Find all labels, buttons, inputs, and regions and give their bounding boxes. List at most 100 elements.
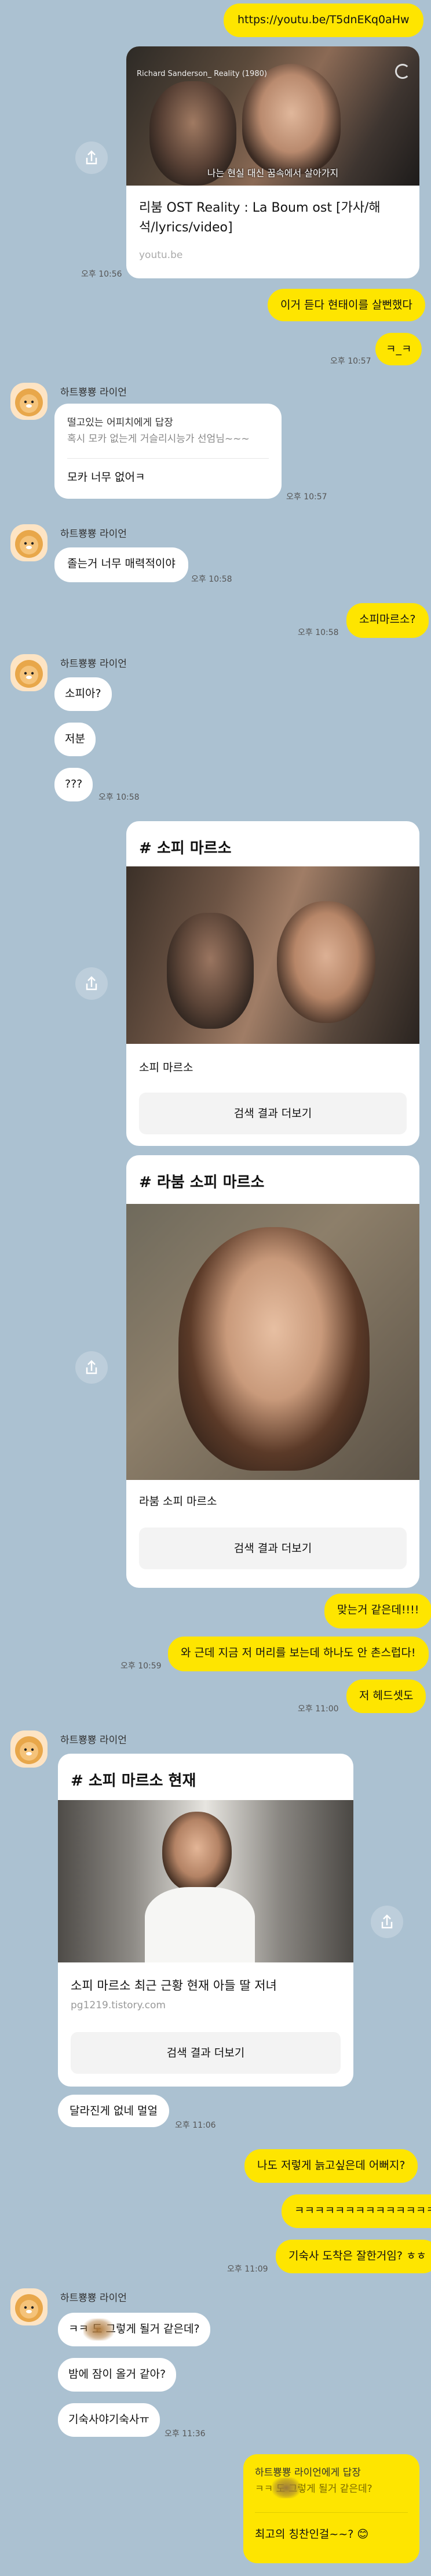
avatar[interactable]	[10, 524, 48, 561]
message-text: 모카 너무 없어ㅋ	[67, 471, 145, 484]
search-image[interactable]	[58, 1800, 353, 1962]
message-text: ???	[65, 778, 83, 790]
avatar[interactable]	[10, 654, 48, 691]
message-bubble-me[interactable]: 나도 저렇게 늙고싶은데 어뻐지?	[244, 2149, 418, 2183]
avatar[interactable]	[10, 383, 48, 420]
card-caption: 라붐 소피 마르소	[139, 1495, 217, 1508]
card-title: # 소피 마르소 현재	[71, 1772, 196, 1790]
reply-bubble[interactable]: 떨고있는 어피치에게 답장 혹시 모카 없는게 거슬리시능가 선엄님~~~ 모카…	[54, 404, 282, 499]
message-bubble-me[interactable]: ㅋㅋㅋㅋㅋㅋㅋㅋㅋㅋㅋㅋㅋㅋ	[282, 2194, 431, 2228]
sender-name: 하트뿅뿅 라이언	[60, 528, 127, 540]
link-url[interactable]: https://youtu.be/T5dnEKq0aHw	[238, 13, 410, 26]
link-domain: youtu.be	[139, 249, 183, 261]
message-text: 밤에 잠이 올거 같아?	[68, 2368, 166, 2381]
refresh-icon[interactable]	[395, 64, 410, 79]
share-button[interactable]	[371, 1906, 403, 1938]
message-bubble-other[interactable]: 달라진게 없네 멀얼	[58, 2095, 169, 2127]
search-image[interactable]	[126, 866, 419, 1044]
link-preview-card[interactable]: Richard Sanderson_ Reality (1980) 나는 현실 …	[126, 46, 419, 278]
lion-icon	[15, 2294, 43, 2322]
share-button[interactable]	[75, 1351, 108, 1384]
avatar[interactable]	[10, 1730, 48, 1768]
video-thumbnail[interactable]: Richard Sanderson_ Reality (1980) 나는 현실 …	[126, 46, 419, 186]
message-bubble-me[interactable]: 이거 듣다 현태이를 살뻔했다	[268, 289, 425, 321]
message-text: 와 근데 지금 저 머리를 보는데 하나도 안 촌스럽다!	[181, 1646, 416, 1659]
card-caption: 소피 마르소	[139, 1061, 193, 1074]
sender-name: 하트뿅뿅 라이언	[60, 1735, 127, 1746]
message-bubble-other[interactable]: 졸는거 너무 매력적이야	[54, 547, 188, 582]
timestamp: 오후 11:36	[165, 2429, 206, 2439]
reply-quoted: 혹시 모카 없는게 거슬리시능가 선엄님~~~	[67, 433, 250, 445]
timestamp: 오후 10:58	[98, 793, 140, 802]
search-image[interactable]	[126, 1204, 419, 1480]
card-source: pg1219.tistory.com	[71, 2000, 166, 2011]
message-text: 기숙사야기숙사ㅠ	[68, 2413, 149, 2426]
link-title: 리붐 OST Reality : La Boum ost [가사/해석/lyri…	[139, 201, 381, 235]
more-results-button[interactable]: 검색 결과 더보기	[71, 2032, 341, 2074]
message-text: 나도 저렇게 늙고싶은데 어뻐지?	[257, 2159, 406, 2172]
card-title: # 소피 마르소	[139, 840, 232, 857]
divider	[255, 2512, 408, 2513]
card-headline: 소피 마르소 최근 근황 현재 아들 딸 저녀	[71, 1979, 277, 1993]
message-bubble-me[interactable]: ㅋ_ㅋ	[375, 333, 422, 365]
more-results-button[interactable]: 검색 결과 더보기	[139, 1528, 407, 1569]
timestamp: 오후 11:06	[175, 2121, 216, 2130]
message-bubble-me[interactable]: 소피마르소?	[346, 603, 429, 638]
lion-icon	[15, 660, 43, 688]
timestamp: 오후 10:58	[298, 628, 339, 637]
blurred-name	[83, 2319, 114, 2341]
sender-name: 하트뿅뿅 라이언	[60, 2292, 127, 2304]
lion-icon	[15, 1736, 43, 1764]
message-text: 맞는거 같은데!!!!	[337, 1603, 419, 1616]
more-results-button[interactable]: 검색 결과 더보기	[139, 1093, 407, 1134]
blurred-name	[272, 2477, 300, 2498]
share-icon	[86, 1360, 97, 1374]
search-result-card[interactable]: # 소피 마르소 소피 마르소 검색 결과 더보기	[126, 821, 419, 1146]
message-bubble-me[interactable]: 기숙사 도착은 잘한거임? ㅎㅎ	[276, 2240, 431, 2273]
share-icon	[86, 976, 97, 991]
timestamp: 오후 10:58	[191, 575, 232, 584]
message-text: 달라진게 없네 멀얼	[70, 2105, 158, 2117]
reply-bubble-me[interactable]: 하트뿅뿅 라이언에게 답장 ㅋㅋ 도 그렇게 될거 같은데? 최고의 칭찬인걸~…	[243, 2454, 419, 2563]
message-text: 저분	[65, 732, 85, 745]
message-text: 소피아?	[65, 687, 101, 700]
timestamp: 오후 10:59	[120, 1661, 162, 1671]
share-button[interactable]	[75, 967, 108, 1000]
message-text: ㅋ_ㅋ	[386, 343, 412, 355]
message-bubble-other[interactable]: 저분	[54, 723, 96, 756]
message-text: 소피마르소?	[359, 613, 416, 626]
message-bubble-other[interactable]: 기숙사야기숙사ㅠ	[58, 2403, 160, 2437]
message-bubble-other[interactable]: ㅋㅋ 도 그렇게 될거 같은데?	[58, 2313, 210, 2346]
message-text: 졸는거 너무 매력적이야	[67, 557, 176, 570]
search-result-card[interactable]: # 라붐 소피 마르소 라붐 소피 마르소 검색 결과 더보기	[126, 1155, 419, 1588]
timestamp: 오후 10:57	[286, 492, 327, 502]
timestamp: 오후 11:00	[298, 1704, 339, 1714]
message-bubble-me[interactable]: https://youtu.be/T5dnEKq0aHw	[224, 3, 423, 37]
divider	[67, 458, 269, 459]
message-bubble-me[interactable]: 맞는거 같은데!!!!	[324, 1594, 431, 1628]
sender-name: 하트뿅뿅 라이언	[60, 387, 127, 398]
message-text: 최고의 칭찬인걸~~? 😊	[255, 2528, 369, 2541]
message-text: 이거 듣다 현태이를 살뻔했다	[280, 299, 412, 311]
message-bubble-other[interactable]: ???	[54, 768, 93, 801]
video-subtitle: 나는 현실 대신 꿈속에서 살아가지	[207, 168, 339, 179]
search-result-card[interactable]: # 소피 마르소 현재 소피 마르소 최근 근황 현재 아들 딸 저녀 pg12…	[58, 1754, 353, 2087]
message-bubble-other[interactable]: 밤에 잠이 올거 같아?	[58, 2358, 177, 2392]
lion-icon	[15, 530, 43, 558]
share-button[interactable]	[75, 142, 108, 174]
message-bubble-other[interactable]: 소피아?	[54, 677, 112, 711]
message-text: ㅋㅋㅋㅋㅋㅋㅋㅋㅋㅋㅋㅋㅋㅋ	[294, 2204, 431, 2217]
message-bubble-me[interactable]: 와 근데 지금 저 머리를 보는데 하나도 안 촌스럽다!	[168, 1637, 429, 1671]
reply-header: 떨고있는 어피치에게 답장	[67, 417, 173, 429]
message-text: 저 헤드셋도	[359, 1689, 414, 1702]
share-icon	[381, 1914, 393, 1929]
message-bubble-me[interactable]: 저 헤드셋도	[346, 1679, 426, 1713]
reply-header: 하트뿅뿅 라이언에게 답장	[255, 2467, 361, 2479]
message-text: 기숙사 도착은 잘한거임? ㅎㅎ	[288, 2250, 426, 2262]
card-title: # 라붐 소피 마르소	[139, 1174, 265, 1191]
lion-icon	[15, 389, 43, 416]
timestamp: 오후 10:56	[81, 270, 122, 279]
sender-name: 하트뿅뿅 라이언	[60, 658, 127, 670]
avatar[interactable]	[10, 2288, 48, 2325]
timestamp: 오후 11:09	[227, 2265, 268, 2274]
